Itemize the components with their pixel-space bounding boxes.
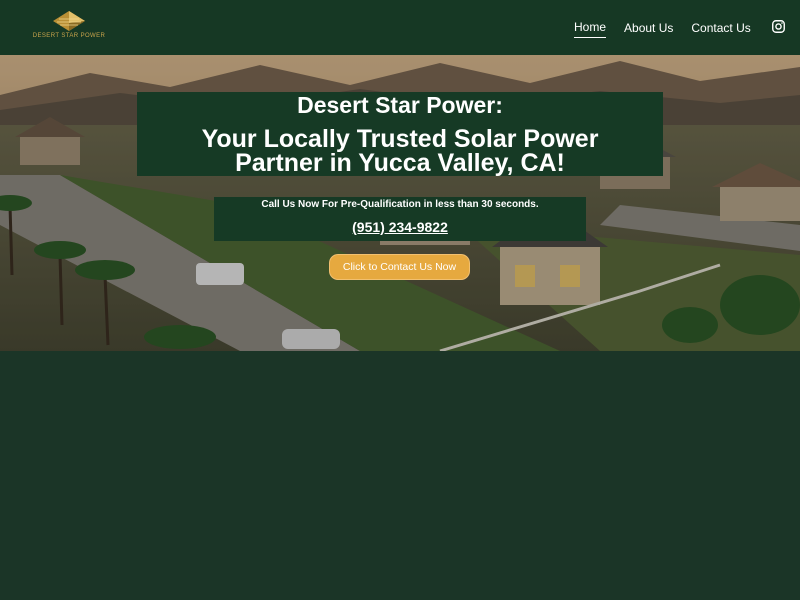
hero-section: Desert Star Power: Your Locally Trusted … (0, 55, 800, 351)
nav-home[interactable]: Home (574, 20, 607, 38)
contact-us-button[interactable]: Click to Contact Us Now (329, 254, 470, 280)
nav-about-us[interactable]: About Us (624, 21, 673, 38)
logo-mark-icon (53, 11, 85, 31)
phone-link[interactable]: (951) 234-9822 (214, 219, 586, 235)
headline-title: Desert Star Power: (297, 92, 503, 118)
main-nav: Home About Us Contact Us (574, 20, 769, 38)
call-box: Call Us Now For Pre-Qualification in les… (214, 197, 586, 241)
headline-subtitle: Your Locally Trusted Solar Power Partner… (137, 127, 663, 177)
nav-contact-us[interactable]: Contact Us (691, 21, 750, 38)
headline-subtitle-line2: Partner in Yucca Valley, CA! (235, 149, 565, 177)
site-header: DESERT STAR POWER Home About Us Contact … (0, 0, 800, 55)
instagram-icon[interactable] (772, 20, 785, 33)
prequalification-text: Call Us Now For Pre-Qualification in les… (261, 199, 539, 210)
headline-box: Desert Star Power: Your Locally Trusted … (137, 92, 663, 176)
logo[interactable]: DESERT STAR POWER (33, 10, 105, 44)
logo-text: DESERT STAR POWER (32, 33, 106, 39)
